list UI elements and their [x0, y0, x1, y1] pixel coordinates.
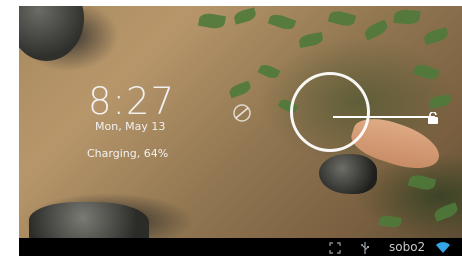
usb-icon [361, 242, 369, 254]
lockscreen-date: Mon, May 13 [95, 120, 166, 133]
wallpaper-rock [19, 6, 84, 61]
screenshot-icon[interactable] [329, 242, 341, 254]
camera-icon[interactable] [232, 103, 252, 123]
lockscreen-clock: 8:27 [88, 80, 176, 123]
battery-status: Charging, 64% [87, 147, 169, 160]
wifi-icon [436, 242, 450, 253]
unlock-ring[interactable] [290, 72, 370, 152]
unlock-drag-line [333, 116, 435, 118]
status-label: sobo2 [389, 240, 426, 254]
unlock-icon[interactable] [427, 112, 441, 124]
wallpaper-rock [319, 154, 377, 194]
lock-screen [19, 6, 462, 256]
